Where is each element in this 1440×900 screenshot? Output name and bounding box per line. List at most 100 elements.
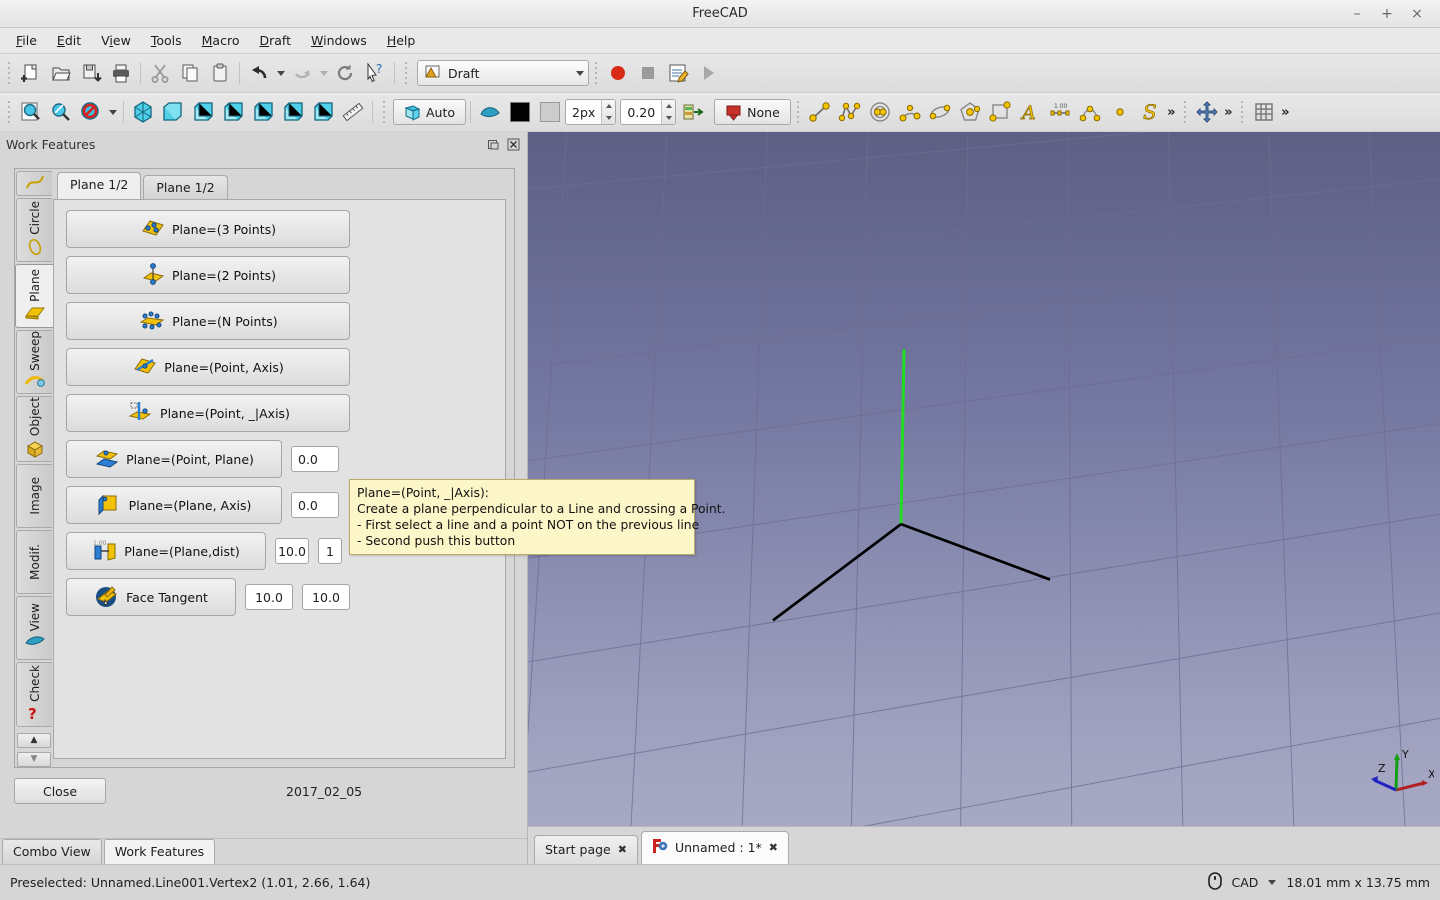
close-button-panel[interactable]: Close (14, 778, 106, 804)
snap-auto-button[interactable]: Auto (393, 99, 467, 125)
draft-toggle-display-icon[interactable] (475, 97, 505, 127)
chevron-down-icon[interactable] (576, 70, 584, 76)
toolbar-grip[interactable] (793, 99, 802, 125)
toolbar-grip[interactable] (1180, 99, 1189, 125)
menu-macro[interactable]: Macro (192, 29, 250, 52)
plane-3-points-button[interactable]: Plane=(3 Points) (66, 210, 350, 248)
toolbar-grip[interactable] (380, 99, 388, 125)
top-view-icon[interactable] (188, 97, 218, 127)
close-tab-icon[interactable]: ✖ (769, 841, 778, 854)
transparency-spinner[interactable]: 0.20 (620, 99, 677, 125)
draft-arc-icon[interactable] (895, 97, 925, 127)
whats-this-icon[interactable]: ? (360, 58, 390, 88)
save-document-icon[interactable] (76, 58, 106, 88)
draft-rectangle-icon[interactable] (985, 97, 1015, 127)
sidebar-item-circle[interactable]: Circle (16, 197, 52, 262)
transparency-value[interactable]: 0.20 (621, 100, 661, 124)
toolbar-grip[interactable] (1237, 99, 1246, 125)
macro-record-icon[interactable] (603, 58, 633, 88)
draft-tools-overflow[interactable]: » (1165, 97, 1178, 127)
face-tangent-input-2[interactable]: 10.0 (302, 584, 350, 610)
sidebar-item-view[interactable]: View (16, 596, 52, 661)
draw-style-dropdown-icon[interactable] (106, 97, 119, 127)
document-tab-unnamed[interactable]: Unnamed : 1* ✖ (640, 831, 789, 864)
transparency-down[interactable] (662, 112, 675, 124)
sidebar-item-image[interactable]: Image (16, 463, 52, 528)
draft-polygon-icon[interactable] (955, 97, 985, 127)
draft-text-icon[interactable]: A (1015, 97, 1045, 127)
redo-arrow-icon[interactable] (287, 58, 317, 88)
fit-all-icon[interactable] (16, 97, 46, 127)
plane-plane-axis-input[interactable]: 0.0 (291, 492, 339, 518)
tab-plane-1[interactable]: Plane 1/2 (57, 172, 142, 199)
face-tangent-button[interactable]: Face Tangent (66, 578, 236, 616)
navigation-style-label[interactable]: CAD (1232, 875, 1259, 890)
tabs-scroll-down-button[interactable]: ▼ (17, 751, 51, 767)
draft-dimension-icon[interactable]: 1.00 (1045, 97, 1075, 127)
line-width-up[interactable] (602, 100, 615, 112)
line-color-swatch[interactable] (505, 97, 535, 127)
cut-scissors-icon[interactable] (145, 58, 175, 88)
autogroup-button[interactable]: None (714, 99, 791, 125)
sidebar-item-sweep[interactable]: Sweep (16, 330, 52, 395)
new-document-icon[interactable] (16, 58, 46, 88)
open-folder-icon[interactable] (46, 58, 76, 88)
menu-tools[interactable]: Tools (141, 29, 192, 52)
fit-selection-icon[interactable] (46, 97, 76, 127)
plane-point-perp-axis-button[interactable]: Plane=(Point, _|Axis) (66, 394, 350, 432)
redo-dropdown-icon[interactable] (317, 58, 330, 88)
plane-plane-dist-input-2[interactable]: 1 (318, 538, 342, 564)
undo-arrow-icon[interactable] (244, 58, 274, 88)
toolbar-grip[interactable] (402, 60, 410, 86)
draft-bspline-icon[interactable] (1075, 97, 1105, 127)
draft-move-icon[interactable] (1192, 97, 1222, 127)
line-width-value[interactable]: 2px (566, 100, 601, 124)
menu-edit[interactable]: Edit (47, 29, 91, 52)
sidebar-item-object[interactable]: Object (16, 396, 52, 462)
face-color-swatch[interactable] (535, 97, 565, 127)
rear-view-icon[interactable] (248, 97, 278, 127)
close-button[interactable]: × (1404, 4, 1430, 24)
draft-circle-icon[interactable] (865, 97, 895, 127)
sidebar-item-line[interactable] (16, 171, 52, 196)
dock-tab-combo-view[interactable]: Combo View (2, 839, 102, 864)
document-tab-start-page[interactable]: Start page ✖ (534, 835, 638, 864)
modify-overflow[interactable]: » (1222, 97, 1235, 127)
menu-draft[interactable]: Draft (249, 29, 301, 52)
transparency-up[interactable] (662, 100, 675, 112)
line-width-down[interactable] (602, 112, 615, 124)
plane-plane-dist-button[interactable]: 1.00 Plane=(Plane,dist) (66, 532, 266, 570)
sidebar-item-check[interactable]: ? Check (16, 662, 52, 727)
line-width-arrows[interactable] (601, 100, 616, 124)
measure-ruler-icon[interactable] (338, 97, 368, 127)
close-panel-icon[interactable] (505, 136, 521, 152)
toolbar-grip[interactable] (592, 60, 600, 86)
draft-ellipse-icon[interactable] (925, 97, 955, 127)
right-view-icon[interactable] (218, 97, 248, 127)
workbench-selector[interactable]: Draft (417, 60, 589, 86)
menu-file[interactable]: File (6, 29, 47, 52)
plane-2-points-button[interactable]: Plane=(2 Points) (66, 256, 350, 294)
left-view-icon[interactable] (308, 97, 338, 127)
navigation-style-chevron-icon[interactable] (1268, 880, 1277, 885)
menu-view[interactable]: View (91, 29, 141, 52)
toolbar-grip[interactable] (5, 60, 13, 86)
print-icon[interactable] (106, 58, 136, 88)
toolbar-grip[interactable] (5, 99, 13, 125)
minimize-button[interactable]: – (1344, 4, 1370, 24)
grid-overflow[interactable]: » (1279, 97, 1292, 127)
macro-edit-icon[interactable] (663, 58, 693, 88)
tab-plane-2[interactable]: Plane 1/2 (143, 175, 228, 200)
bottom-view-icon[interactable] (278, 97, 308, 127)
draw-style-icon[interactable] (76, 97, 106, 127)
float-panel-icon[interactable] (485, 136, 501, 152)
sidebar-item-plane[interactable]: Plane (15, 263, 53, 329)
menu-windows[interactable]: Windows (301, 29, 377, 52)
menu-help[interactable]: Help (377, 29, 426, 52)
line-width-spinner[interactable]: 2px (565, 99, 617, 125)
tabs-scroll-up-button[interactable]: ▲ (17, 732, 51, 748)
macro-stop-icon[interactable] (633, 58, 663, 88)
plane-point-axis-button[interactable]: Plane=(Point, Axis) (66, 348, 350, 386)
draft-point-icon[interactable] (1105, 97, 1135, 127)
axonometric-view-icon[interactable] (128, 97, 158, 127)
